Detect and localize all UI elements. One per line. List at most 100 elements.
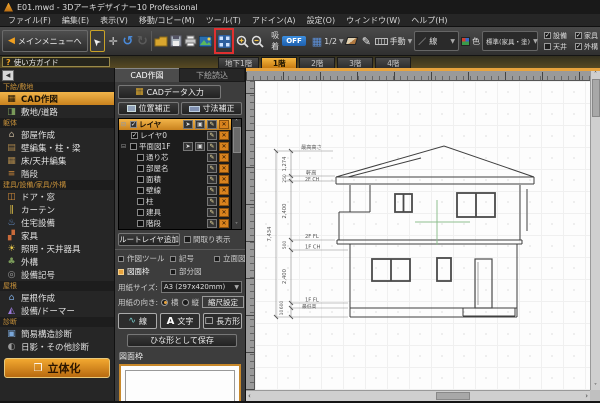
scroll-right-icon[interactable]: ›: [585, 392, 588, 400]
layer-edit-icon[interactable]: ✎: [207, 120, 217, 129]
eraser-tool-button[interactable]: [346, 31, 359, 51]
save-as-template-button[interactable]: ひな形として保存: [127, 334, 237, 347]
cad-data-input-button[interactable]: ▦ CADデータ入力: [118, 85, 221, 99]
dimension-mode-dropdown[interactable]: 手動 ▼: [375, 36, 413, 47]
layer-tree-scrollbar[interactable]: ˄ ˅: [231, 119, 241, 229]
orientation-portrait-radio[interactable]: [182, 299, 189, 306]
zoom-out-button[interactable]: [251, 31, 264, 51]
color-button[interactable]: 色: [461, 36, 480, 47]
style-preset-dropdown[interactable]: 標準(家具・塗) ▼: [482, 31, 538, 51]
sidebar-item-shadow-check[interactable]: ◐日影・その他診断: [0, 340, 114, 353]
floorplan-display-checkbox[interactable]: 間取り表示: [184, 234, 231, 245]
layer-row-hashira[interactable]: 柱✎✕: [119, 196, 241, 207]
sidebar-item-stairs[interactable]: ≡階段: [0, 167, 114, 180]
scrollbar-thumb[interactable]: [436, 392, 470, 400]
layer-checkbox[interactable]: [137, 154, 144, 161]
horizontal-scrollbar[interactable]: ‹ ›: [246, 390, 590, 401]
pan-tool-button[interactable]: ✛: [107, 31, 120, 51]
make-3d-button[interactable]: ❒ 立体化: [4, 358, 110, 378]
sidebar-item-lighting[interactable]: ☀照明・天井器具: [0, 242, 114, 255]
sidebar-item-equipment-symbol[interactable]: ◎設備記号: [0, 268, 114, 281]
expand-icon[interactable]: ⊟: [121, 121, 128, 128]
sidebar-item-housing-equipment[interactable]: ♨住宅設備: [0, 216, 114, 229]
layer-row-kabesen[interactable]: 壁線✎✕: [119, 185, 241, 196]
orientation-landscape-radio[interactable]: [161, 299, 168, 306]
export-image-button[interactable]: [199, 31, 212, 51]
floor-tab-b1[interactable]: 地下1階: [218, 57, 259, 68]
layer-delete-icon[interactable]: ✕: [219, 208, 229, 217]
menu-settings[interactable]: 設定(O): [307, 15, 336, 26]
line-tool-button[interactable]: ∿線: [118, 313, 157, 329]
sidebar-item-cad-draw[interactable]: ▦CAD作図: [0, 92, 114, 105]
layer-checkbox[interactable]: [130, 143, 137, 150]
sidebar-item-furniture[interactable]: ▞家具: [0, 229, 114, 242]
pen-tool-button[interactable]: ✎: [360, 31, 373, 51]
layer-edit-icon[interactable]: ✎: [207, 153, 217, 162]
dimension-fix-button[interactable]: 寸法補正: [181, 102, 242, 115]
sidebar-item-floor-ceiling[interactable]: ▦床/天井編集: [0, 154, 114, 167]
layer-row-toorishin[interactable]: 通り芯✎✕: [119, 152, 241, 163]
paper-size-select[interactable]: A3 (297x420mm)▼: [161, 281, 242, 293]
drawing-area[interactable]: 最高高さ 軒高 2F CH 2F FL 1F CH 1F FL 最低高 1,27…: [255, 81, 590, 390]
text-tool-button[interactable]: A文字: [160, 313, 199, 329]
floor-tab-2f[interactable]: 2階: [299, 57, 335, 68]
layer-checkbox[interactable]: [137, 165, 144, 172]
layer-edit-icon[interactable]: ✎: [207, 131, 217, 140]
layer-select-icon[interactable]: ➤: [183, 142, 193, 151]
redo-button[interactable]: ↻: [136, 31, 149, 51]
layer-edit-icon[interactable]: ✎: [207, 164, 217, 173]
main-menu-button[interactable]: ◀ メインメニューへ: [2, 30, 88, 52]
floor-tab-1f[interactable]: 1階: [261, 57, 297, 68]
menu-tools[interactable]: ツール(T): [206, 15, 241, 26]
checkbox-gaikou[interactable]: ✓外構: [575, 42, 598, 52]
scale-setting-button[interactable]: 縮尺設定: [202, 296, 244, 308]
sidebar-collapse-button[interactable]: ◀: [2, 70, 14, 81]
line-style-dropdown[interactable]: ／ 線 ▼: [414, 31, 459, 51]
open-file-button[interactable]: [154, 31, 168, 51]
layer-select-icon[interactable]: ➤: [183, 120, 193, 129]
sidebar-item-structure-check[interactable]: ▣簡易構造診断: [0, 327, 114, 340]
sidebar-item-dormer[interactable]: ◭設備/ドーマー: [0, 304, 114, 317]
save-button[interactable]: [170, 31, 183, 51]
floor-tab-3f[interactable]: 3階: [337, 57, 373, 68]
menu-addin[interactable]: アドイン(A): [252, 15, 296, 26]
sidebar-item-wall-column-beam[interactable]: ▤壁編集・柱・梁: [0, 141, 114, 154]
mode-elevation[interactable]: 立面図: [214, 253, 246, 264]
position-fix-button[interactable]: 位置補正: [118, 102, 179, 115]
vertical-scrollbar[interactable]: ˄ ˅: [590, 71, 600, 390]
layer-row-plan1f[interactable]: ⊟ 平面図1F ➤ ▣ ✎ ✕: [119, 141, 241, 152]
layer-delete-icon[interactable]: ✕: [219, 164, 229, 173]
print-button[interactable]: [184, 31, 197, 51]
layer-add-folder-icon[interactable]: ▣: [195, 120, 205, 129]
sidebar-item-site-road[interactable]: ◨敷地/道路: [0, 105, 114, 118]
scrollbar-thumb[interactable]: [233, 127, 241, 153]
layer-checkbox[interactable]: [137, 220, 144, 227]
layer-delete-icon[interactable]: ✕: [219, 120, 229, 129]
floor-tab-4f[interactable]: 4階: [375, 57, 411, 68]
layer-delete-icon[interactable]: ✕: [219, 131, 229, 140]
layer-row-heyamei[interactable]: 部屋名✎✕: [119, 163, 241, 174]
scroll-down-icon[interactable]: ˅: [594, 383, 597, 390]
scroll-up-icon[interactable]: ˄: [235, 119, 238, 126]
layer-checkbox[interactable]: ✓: [130, 121, 137, 128]
mode-partial[interactable]: 部分図: [170, 266, 214, 277]
tab-import-underlay[interactable]: 下絵読込: [179, 68, 245, 82]
scroll-up-icon[interactable]: ˄: [594, 71, 597, 78]
layer-edit-icon[interactable]: ✎: [207, 142, 217, 151]
mode-symbol[interactable]: 記号: [170, 253, 214, 264]
layer-edit-icon[interactable]: ✎: [207, 175, 217, 184]
layer-checkbox[interactable]: [137, 198, 144, 205]
expand-icon[interactable]: ⊟: [121, 143, 128, 150]
undo-button[interactable]: ↺: [122, 31, 135, 51]
frame-preview[interactable]: [119, 364, 241, 403]
checkbox-kagu[interactable]: ✓家具: [575, 31, 598, 41]
layer-delete-icon[interactable]: ✕: [219, 186, 229, 195]
menu-move-copy[interactable]: 移動/コピー(M): [139, 15, 195, 26]
fit-view-button[interactable]: [217, 31, 231, 51]
menu-window[interactable]: ウィンドウ(W): [346, 15, 400, 26]
sidebar-item-door-window[interactable]: ◫ドア・窓: [0, 190, 114, 203]
rectangle-tool-button[interactable]: □長方形: [203, 313, 242, 329]
menu-file[interactable]: ファイル(F): [8, 15, 51, 26]
menu-view[interactable]: 表示(V): [100, 15, 128, 26]
checkbox-setsubi[interactable]: ✓設備: [544, 31, 567, 41]
